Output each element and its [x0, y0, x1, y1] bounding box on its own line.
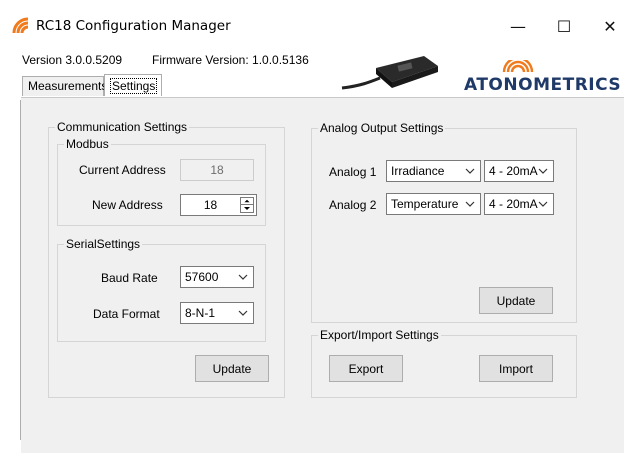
communication-update-button[interactable]: Update — [195, 355, 269, 382]
serial-settings-group: SerialSettings — [57, 237, 266, 342]
new-address-value: 18 — [203, 198, 218, 212]
analog-1-label: Analog 1 — [329, 165, 377, 179]
app-logo-icon — [12, 17, 30, 35]
stepper-down-icon[interactable] — [241, 205, 253, 212]
panel-left-border — [20, 100, 21, 440]
baud-rate-select[interactable]: 57600 — [180, 266, 254, 288]
analog-output-settings-legend: Analog Output Settings — [320, 121, 444, 135]
chevron-down-icon — [238, 310, 248, 316]
chevron-down-icon — [538, 201, 548, 207]
data-format-label: Data Format — [93, 307, 160, 321]
data-format-select[interactable]: 8-N-1 — [180, 302, 254, 324]
baud-rate-value: 57600 — [185, 270, 219, 284]
analog-2-measure-select[interactable]: Temperature — [386, 193, 481, 215]
brand-text: ATONOMETRICS — [464, 75, 620, 94]
current-address-label: Current Address — [79, 163, 166, 177]
version-label: Version 3.0.0.5209 — [22, 53, 123, 67]
analog-1-range-value: 4 - 20mA — [489, 164, 538, 178]
baud-rate-label: Baud Rate — [101, 271, 158, 285]
tab-settings-label: Settings — [110, 78, 158, 94]
tab-measurements-label: Measurements — [28, 79, 108, 93]
current-address-field: 18 — [180, 159, 254, 181]
analog-2-label: Analog 2 — [329, 198, 377, 212]
minimize-button[interactable]: — — [495, 8, 541, 44]
brand-logo: ATONOMETRICS — [464, 60, 620, 94]
modbus-legend: Modbus — [66, 137, 109, 151]
maximize-button[interactable]: ☐ — [541, 8, 587, 44]
analog-2-range-select[interactable]: 4 - 20mA — [484, 193, 554, 215]
analog-1-range-select[interactable]: 4 - 20mA — [484, 160, 554, 182]
tab-settings[interactable]: Settings — [104, 74, 162, 96]
new-address-stepper[interactable] — [240, 197, 254, 213]
analog-2-range-value: 4 - 20mA — [489, 197, 538, 211]
stepper-up-icon[interactable] — [241, 198, 253, 205]
chevron-down-icon — [538, 168, 548, 174]
chevron-down-icon — [465, 201, 475, 207]
export-button[interactable]: Export — [329, 355, 403, 382]
new-address-input[interactable]: 18 — [180, 194, 257, 216]
import-button[interactable]: Import — [479, 355, 553, 382]
analog-update-button[interactable]: Update — [479, 287, 553, 314]
communication-settings-legend: Communication Settings — [57, 120, 188, 134]
tab-measurements[interactable]: Measurements — [22, 76, 108, 96]
firmware-label: Firmware Version: 1.0.0.5136 — [152, 53, 309, 67]
close-button[interactable]: ✕ — [587, 8, 624, 44]
window-title: RC18 Configuration Manager — [36, 18, 231, 34]
serial-settings-legend: SerialSettings — [66, 237, 141, 251]
analog-1-measure-value: Irradiance — [391, 164, 445, 178]
device-image — [341, 56, 438, 90]
chevron-down-icon — [238, 274, 248, 280]
data-format-value: 8-N-1 — [185, 306, 216, 320]
analog-2-measure-value: Temperature — [391, 197, 459, 211]
new-address-label: New Address — [92, 198, 163, 212]
analog-1-measure-select[interactable]: Irradiance — [386, 160, 481, 182]
chevron-down-icon — [465, 168, 475, 174]
export-import-settings-legend: Export/Import Settings — [320, 328, 439, 342]
